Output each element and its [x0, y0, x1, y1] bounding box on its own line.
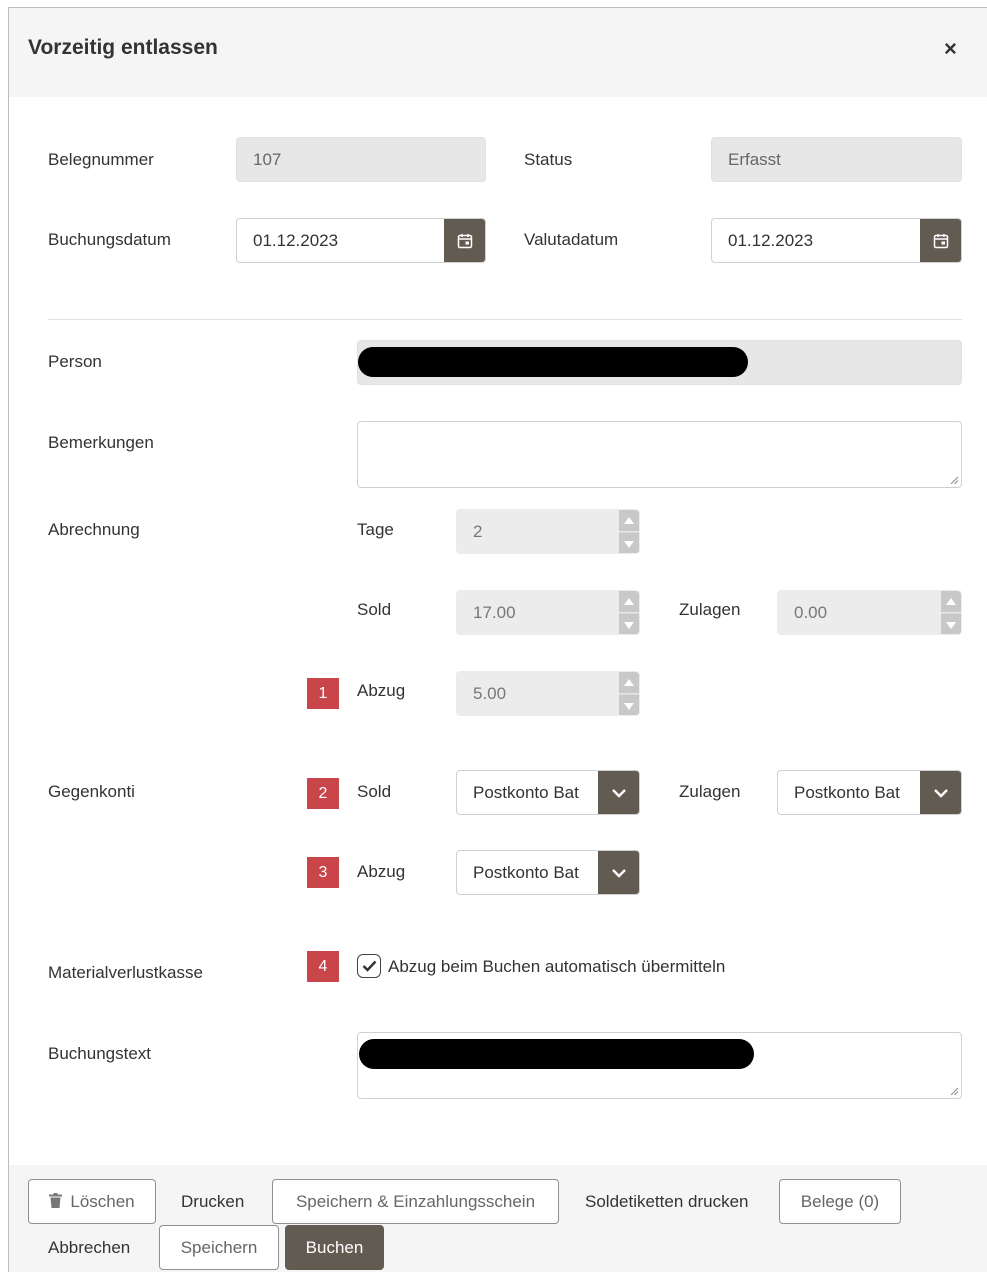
tage-input: 2: [456, 509, 640, 554]
spinner-up-icon: [619, 591, 639, 613]
belegnummer-label: Belegnummer: [48, 150, 154, 169]
person-redacted: [358, 347, 748, 377]
spinner-up-icon: [619, 510, 639, 532]
bemerkungen-label: Bemerkungen: [48, 433, 154, 452]
abzug-input: 5.00: [456, 671, 640, 716]
valutadatum-calendar-button[interactable]: [920, 219, 961, 262]
gegenkonto-abzug-label: Abzug: [357, 862, 406, 881]
abzug-spinner: [619, 672, 639, 715]
speichern-button[interactable]: Speichern: [159, 1225, 279, 1270]
chevron-down-icon: [612, 788, 626, 798]
annotation-badge-1: 1: [307, 678, 339, 709]
annotation-badge-2: 2: [307, 778, 339, 809]
chevron-down-icon: [934, 788, 948, 798]
status-label: Status: [524, 150, 573, 169]
annotation-badge-3: 3: [307, 857, 339, 888]
abzug-value: 5.00: [473, 684, 507, 703]
abbrechen-link[interactable]: Abbrechen: [48, 1225, 130, 1270]
abzug-label: Abzug: [357, 681, 406, 700]
tage-label: Tage: [357, 520, 394, 539]
loeschen-label: Löschen: [70, 1192, 135, 1211]
gegenkonto-abzug-value: Postkonto Bat: [473, 863, 579, 882]
spinner-down-icon: [619, 614, 639, 634]
gegenkonto-abzug-dropdown-button[interactable]: [598, 851, 639, 894]
gegenkonto-zulagen-dropdown-button[interactable]: [920, 771, 961, 814]
resize-handle-icon[interactable]: [950, 476, 958, 484]
buchungsdatum-label: Buchungsdatum: [48, 230, 171, 249]
sold-input: 17.00: [456, 590, 640, 635]
spinner-down-icon: [619, 533, 639, 553]
close-icon[interactable]: ×: [944, 38, 957, 60]
valutadatum-input[interactable]: 01.12.2023: [711, 218, 962, 263]
spinner-down-icon: [941, 614, 961, 634]
gegenkonto-zulagen-label: Zulagen: [679, 782, 741, 801]
loeschen-button[interactable]: Löschen: [28, 1179, 156, 1224]
gegenkonto-sold-dropdown-button[interactable]: [598, 771, 639, 814]
gegenkonto-sold-value: Postkonto Bat: [473, 783, 579, 802]
calendar-icon: [457, 233, 473, 248]
buchungstext-label: Buchungstext: [48, 1044, 152, 1063]
tage-value: 2: [473, 522, 483, 541]
spinner-up-icon: [619, 672, 639, 694]
valutadatum-label: Valutadatum: [524, 230, 619, 249]
zulagen-input: 0.00: [777, 590, 962, 635]
section-divider: [48, 319, 962, 320]
materialverlustkasse-label: Materialverlustkasse: [48, 963, 203, 982]
buchungsdatum-input[interactable]: 01.12.2023: [236, 218, 486, 263]
sold-spinner: [619, 591, 639, 634]
gegenkonto-zulagen-select[interactable]: Postkonto Bat: [777, 770, 962, 815]
auto-submit-checkbox[interactable]: [357, 954, 381, 978]
gegenkonto-sold-select[interactable]: Postkonto Bat: [456, 770, 640, 815]
valutadatum-value: 01.12.2023: [728, 231, 814, 250]
zulagen-label: Zulagen: [679, 600, 741, 619]
status-field: Erfasst: [711, 137, 962, 182]
gegenkonto-abzug-select[interactable]: Postkonto Bat: [456, 850, 640, 895]
calendar-icon: [933, 233, 949, 248]
speichern-einzahlungsschein-button[interactable]: Speichern & Einzahlungsschein: [272, 1179, 559, 1224]
gegenkonti-label: Gegenkonti: [48, 782, 135, 801]
buchungstext-redacted: [359, 1039, 754, 1069]
buchungsdatum-calendar-button[interactable]: [444, 219, 485, 262]
chevron-down-icon: [612, 868, 626, 878]
spinner-down-icon: [619, 695, 639, 715]
gegenkonto-sold-label: Sold: [357, 782, 392, 801]
spinner-up-icon: [941, 591, 961, 613]
abrechnung-label: Abrechnung: [48, 520, 140, 539]
soldetiketten-drucken-link[interactable]: Soldetiketten drucken: [585, 1179, 749, 1224]
tage-spinner: [619, 510, 639, 553]
sold-value: 17.00: [473, 603, 516, 622]
annotation-badge-4: 4: [307, 951, 339, 982]
buchen-button[interactable]: Buchen: [285, 1225, 384, 1270]
dialog-title: Vorzeitig entlassen: [28, 36, 218, 59]
belege-button[interactable]: Belege (0): [779, 1179, 901, 1224]
auto-submit-checkbox-label[interactable]: Abzug beim Buchen automatisch übermittel…: [388, 957, 725, 977]
trash-icon: [49, 1193, 63, 1208]
status-value: Erfasst: [728, 150, 781, 169]
bemerkungen-textarea[interactable]: [357, 421, 962, 488]
gegenkonto-zulagen-value: Postkonto Bat: [794, 783, 900, 802]
belegnummer-field: 107: [236, 137, 486, 182]
buchungsdatum-value: 01.12.2023: [253, 231, 339, 250]
drucken-link[interactable]: Drucken: [181, 1179, 244, 1224]
belegnummer-value: 107: [253, 150, 282, 169]
person-label: Person: [48, 352, 102, 371]
sold-label: Sold: [357, 600, 392, 619]
resize-handle-icon[interactable]: [950, 1087, 958, 1095]
zulagen-spinner: [941, 591, 961, 634]
check-icon: [362, 960, 376, 972]
zulagen-value: 0.00: [794, 603, 828, 622]
